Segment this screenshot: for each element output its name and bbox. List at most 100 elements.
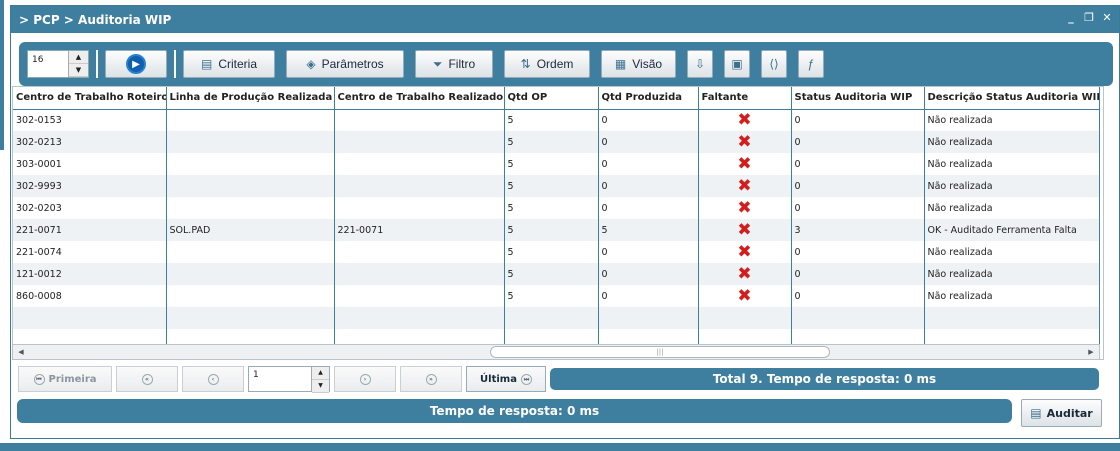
table-row[interactable]: 302-0213 5 0 ✖ 0 Não realizada [13,131,1100,153]
table-row[interactable]: 860-0008 5 0 ✖ 0 Não realizada [13,285,1100,307]
play-icon: ▶ [126,54,146,74]
cell: 5 [504,175,599,197]
save-icon: ▣ [731,57,743,71]
scroll-left-icon[interactable]: ◀ [15,346,27,358]
cell: 303-0001 [13,153,167,175]
cell: 5 [504,263,599,285]
parametros-button[interactable]: ◈ Parâmetros [286,50,404,78]
column-header[interactable]: Qtd OP [504,87,599,110]
cell [334,197,505,219]
column-header[interactable]: Faltante [698,87,792,110]
previous-block-button[interactable]: « [116,366,178,392]
column-header[interactable]: Linha de Produção Realizada [166,87,335,110]
code-button[interactable]: ⟨⟩ [761,50,787,78]
window-title: > PCP > Auditoria WIP [19,12,172,27]
save-button[interactable]: ▣ [724,50,750,78]
page-number-input[interactable]: 1 [249,367,311,391]
fast-forward-icon: » [425,373,437,385]
faltante-x-icon: ✖ [698,175,792,197]
minimize-icon[interactable]: _ [1065,11,1077,24]
visao-label: Visão [632,57,663,71]
faltante-x-icon: ✖ [698,219,792,241]
criteria-button[interactable]: ▤ Criteria [183,50,275,78]
stepper-arrows[interactable]: ▲ ▼ [68,51,88,77]
cell: OK - Auditado Ferramenta Falta [924,219,1100,241]
table-row[interactable]: 221-0071 SOL.PAD 221-0071 5 5 ✖ 3 OK - Auditado… [13,219,1100,241]
cell: 0 [598,263,699,285]
bottom-strip [0,443,1120,451]
ordem-label: Ordem [536,57,574,71]
audit-icon: ▤ [1030,406,1042,420]
cell: Não realizada [924,263,1100,285]
column-header[interactable]: Status Auditoria WIP [791,87,925,110]
cell: 221-0071 [334,219,505,241]
faltante-x-icon: ✖ [698,285,792,307]
next-page-button[interactable]: › [334,366,396,392]
table-row[interactable]: 302-0203 5 0 ✖ 0 Não realizada [13,197,1100,219]
page-number-stepper[interactable]: 1 ▲ ▼ [248,366,330,393]
table-row[interactable]: 302-9993 5 0 ✖ 0 Não realizada [13,175,1100,197]
auditar-button[interactable]: ▤ Auditar [1021,399,1102,427]
cell: Não realizada [924,153,1100,175]
first-page-label: Primeira [48,373,97,385]
cell: 0 [791,109,925,131]
scroll-right-icon[interactable]: ▶ [1085,346,1097,358]
ordem-button[interactable]: ⇅ Ordem [504,50,590,78]
cell [166,153,335,175]
filtro-button[interactable]: ⏷ Filtro [415,50,493,78]
cell: 5 [504,219,599,241]
table-row[interactable]: 221-0074 5 0 ✖ 0 Não realizada [13,241,1100,263]
cell: 0 [598,175,699,197]
stepper-up-icon[interactable]: ▲ [69,51,88,64]
cell: 860-0008 [13,285,167,307]
cell [166,131,335,153]
scrollbar-thumb[interactable]: ||| [490,346,830,358]
previous-icon: ‹ [207,373,219,385]
page-size-stepper[interactable]: 16 ▲ ▼ [27,50,89,78]
next-block-button[interactable]: » [400,366,462,392]
column-header[interactable]: Descrição Status Auditoria WIP [924,87,1100,110]
last-page-button[interactable]: Última ⏭ [466,366,546,392]
page-size-value[interactable]: 16 [28,51,68,77]
first-page-button[interactable]: ⏮ Primeira [18,366,112,392]
function-icon: ƒ [807,57,815,71]
title-bar: > PCP > Auditoria WIP _ ❐ ✕ [11,6,1119,33]
cell [166,109,335,131]
cell: Não realizada [924,285,1100,307]
cell [334,285,505,307]
grid-view-icon: ▦ [614,57,627,71]
page-down-icon[interactable]: ▼ [312,380,329,393]
filtro-label: Filtro [448,57,476,71]
horizontal-scrollbar[interactable]: ◀ ||| ▶ [12,344,1100,360]
export-button[interactable]: ⇩ [687,50,713,78]
table-row[interactable]: 303-0001 5 0 ✖ 0 Não realizada [13,153,1100,175]
cell [334,109,505,131]
cell: 5 [504,285,599,307]
cell: 5 [504,131,599,153]
stepper-down-icon[interactable]: ▼ [69,64,88,77]
column-header[interactable]: Centro de Trabalho Realizado [334,87,505,110]
page-up-icon[interactable]: ▲ [312,367,329,380]
column-header[interactable]: Centro de Trabalho Roteiro [13,87,167,110]
cell: Não realizada [924,109,1100,131]
cell: 3 [791,219,925,241]
close-icon[interactable]: ✕ [1101,11,1113,24]
page-stepper-arrows[interactable]: ▲ ▼ [311,367,329,393]
next-icon: › [359,373,371,385]
table-row[interactable]: 121-0012 5 0 ✖ 0 Não realizada [13,263,1100,285]
function-button[interactable]: ƒ [798,50,824,78]
total-bar: Total 9. Tempo de resposta: 0 ms [550,368,1099,390]
previous-page-button[interactable]: ‹ [182,366,244,392]
cell [334,131,505,153]
run-button[interactable]: ▶ [105,50,167,78]
cell: 221-0071 [13,219,167,241]
cell [334,175,505,197]
table-row[interactable]: 302-0153 5 0 ✖ 0 Não realizada [13,109,1100,131]
criteria-label: Criteria [218,57,257,71]
column-header[interactable]: Qtd Produzida [598,87,699,110]
visao-button[interactable]: ▦ Visão [601,50,676,78]
restore-icon[interactable]: ❐ [1083,11,1095,24]
first-page-icon: ⏮ [33,373,45,385]
table-body: 302-0153 5 0 ✖ 0 Não realizada 302-0213 5 0 ✖ 0 Nã… [13,109,1100,351]
empty-row [13,307,1100,329]
